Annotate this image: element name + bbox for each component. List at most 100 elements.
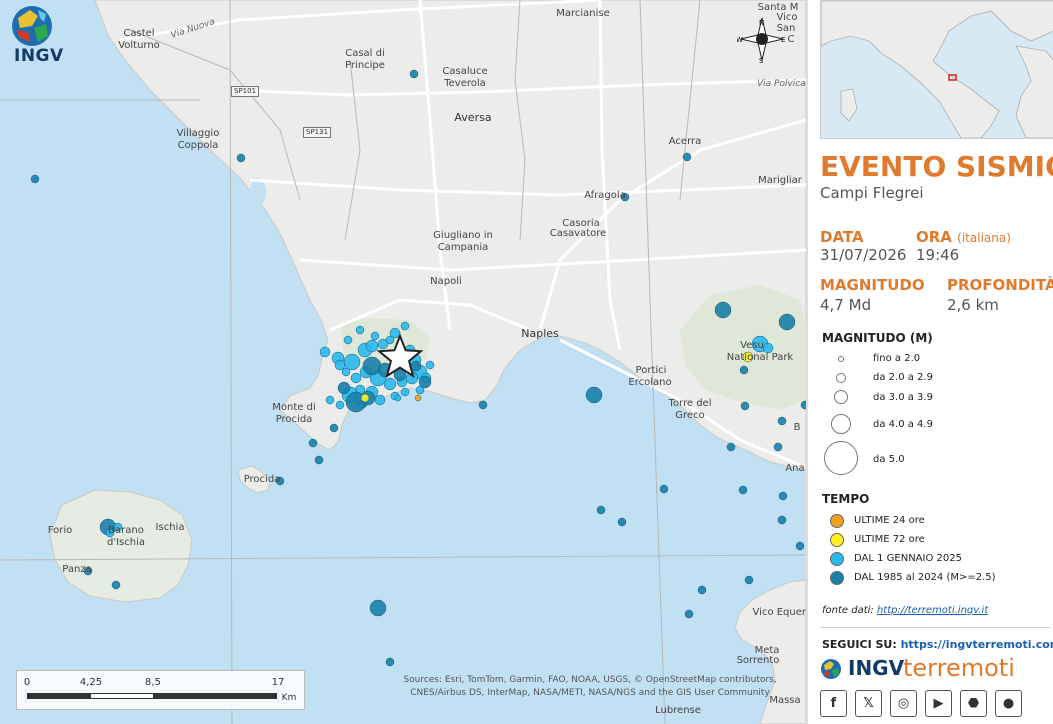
instagram-icon[interactable]: ◎ bbox=[890, 690, 917, 717]
place-label: Villaggio Coppola bbox=[176, 128, 220, 151]
place-label: Napoli bbox=[430, 276, 462, 287]
earthquake-marker[interactable] bbox=[744, 575, 754, 585]
legend-size-2 bbox=[836, 373, 846, 383]
map-attribution: Sources: Esri, TomTom, Garmin, FAO, NOAA… bbox=[403, 675, 777, 698]
map-view[interactable]: Marcianise Santa M Vico San C Castel Volturno C… bbox=[0, 0, 813, 724]
earthquake-marker[interactable] bbox=[773, 442, 783, 452]
earthquake-marker[interactable] bbox=[739, 365, 749, 375]
legend-mag-label: da 5.0 bbox=[873, 454, 905, 465]
place-label: Ana bbox=[785, 463, 805, 474]
earthquake-marker[interactable] bbox=[337, 381, 351, 395]
place-label: B bbox=[793, 422, 801, 433]
earthquake-marker[interactable] bbox=[778, 313, 796, 331]
legend-size-3 bbox=[834, 390, 848, 404]
earthquake-marker[interactable] bbox=[697, 585, 707, 595]
earthquake-marker[interactable] bbox=[355, 325, 365, 335]
earthquake-marker[interactable] bbox=[659, 484, 669, 494]
earthquake-marker[interactable] bbox=[370, 331, 380, 341]
earthquake-marker[interactable] bbox=[325, 395, 335, 405]
android-icon[interactable]: ⬣ bbox=[960, 690, 987, 717]
earthquake-marker[interactable] bbox=[414, 394, 422, 402]
earthquake-marker[interactable] bbox=[409, 69, 419, 79]
place-label: Giugliano in Campania bbox=[433, 230, 493, 253]
youtube-icon[interactable]: ▶ bbox=[925, 690, 952, 717]
earthquake-marker[interactable] bbox=[365, 339, 379, 353]
earthquake-marker[interactable] bbox=[334, 359, 346, 371]
brand-terremoti: terremoti bbox=[903, 654, 1015, 682]
earthquake-marker[interactable] bbox=[714, 301, 732, 319]
earthquake-marker[interactable] bbox=[617, 517, 627, 527]
earthquake-marker[interactable] bbox=[308, 438, 318, 448]
legend-mag-label: da 2.0 a 2.9 bbox=[873, 372, 933, 383]
earthquake-marker[interactable] bbox=[111, 580, 121, 590]
earthquake-marker[interactable] bbox=[777, 416, 787, 426]
time-note: (italiana) bbox=[957, 231, 1011, 245]
time-label-text: ORA bbox=[916, 228, 952, 246]
earthquake-marker[interactable] bbox=[341, 367, 351, 377]
earthquake-marker[interactable] bbox=[684, 609, 694, 619]
earthquake-marker[interactable] bbox=[596, 505, 606, 515]
magnitude-label: MAGNITUDO bbox=[820, 276, 925, 294]
place-label: Acerra bbox=[668, 136, 702, 147]
data-source: fonte dati: http://terremoti.ingv.it bbox=[822, 605, 988, 616]
road-tag-sp101: SP101 bbox=[231, 86, 260, 97]
inset-map bbox=[821, 1, 1053, 138]
earthquake-marker[interactable] bbox=[385, 657, 395, 667]
earthquake-marker[interactable] bbox=[777, 515, 787, 525]
earthquake-marker[interactable] bbox=[236, 153, 246, 163]
place-label: Aversa bbox=[454, 111, 492, 124]
earthquake-marker[interactable] bbox=[30, 174, 40, 184]
earthquake-marker[interactable] bbox=[329, 423, 339, 433]
earthquake-marker[interactable] bbox=[478, 400, 488, 410]
globe-icon bbox=[12, 6, 52, 46]
legend-time-label: ULTIME 72 ore bbox=[854, 534, 925, 545]
earthquake-marker[interactable] bbox=[369, 599, 387, 617]
legend-magnitude-title: MAGNITUDO (M) bbox=[822, 331, 933, 345]
earthquake-marker[interactable] bbox=[335, 400, 345, 410]
road-name: Via Polvica bbox=[757, 79, 806, 89]
earthquake-marker[interactable] bbox=[418, 375, 432, 389]
scale-bar: 0 4,25 8,5 17 Km bbox=[16, 670, 305, 710]
place-label: Forio bbox=[47, 525, 73, 536]
place-label: Casaluce Teverola bbox=[442, 66, 488, 89]
earthquake-marker[interactable] bbox=[726, 442, 736, 452]
legend-time-label: DAL 1985 al 2024 (M>=2.5) bbox=[854, 572, 996, 583]
place-label: Casal di Principe bbox=[345, 48, 385, 71]
earthquake-marker[interactable] bbox=[343, 353, 361, 371]
compass-e: E bbox=[781, 36, 785, 44]
earthquake-marker[interactable] bbox=[585, 386, 603, 404]
earthquake-marker[interactable] bbox=[374, 394, 386, 406]
earthquake-marker[interactable] bbox=[319, 346, 331, 358]
magnitude-value: 4,7 Md bbox=[820, 296, 872, 314]
legend-mag-label: fino a 2.0 bbox=[873, 353, 921, 364]
earthquake-marker[interactable] bbox=[400, 321, 410, 331]
facebook-icon[interactable]: f bbox=[820, 690, 847, 717]
scale-label: 4,25 bbox=[79, 677, 103, 688]
follow-us: SEGUICI SU: https://ingvterremoti.com bbox=[822, 638, 1053, 651]
earthquake-marker[interactable] bbox=[343, 335, 353, 345]
earthquake-marker[interactable] bbox=[410, 360, 422, 372]
place-label: National Park bbox=[726, 352, 794, 363]
legend-time-swatch bbox=[830, 533, 844, 547]
depth-value: 2,6 km bbox=[947, 296, 999, 314]
earthquake-marker[interactable] bbox=[425, 360, 435, 370]
earthquake-marker[interactable] bbox=[778, 491, 788, 501]
x-icon[interactable]: 𝕏 bbox=[855, 690, 882, 717]
earthquake-marker[interactable] bbox=[740, 401, 750, 411]
earthquake-marker[interactable] bbox=[400, 387, 410, 397]
earthquake-marker[interactable] bbox=[389, 327, 401, 339]
earthquake-marker[interactable] bbox=[738, 485, 748, 495]
legend-time-swatch bbox=[830, 514, 844, 528]
apple-icon[interactable]: ● bbox=[995, 690, 1022, 717]
follow-link[interactable]: https://ingvterremoti.com bbox=[901, 638, 1053, 651]
earthquake-marker[interactable] bbox=[360, 393, 370, 403]
legend-time-swatch bbox=[830, 571, 844, 585]
earthquake-marker[interactable] bbox=[394, 394, 402, 402]
earthquake-marker[interactable] bbox=[682, 152, 692, 162]
earthquake-marker[interactable] bbox=[350, 372, 362, 384]
legend-time-label: DAL 1 GENNAIO 2025 bbox=[854, 553, 962, 564]
source-link[interactable]: http://terremoti.ingv.it bbox=[877, 605, 988, 616]
legend-time-swatch bbox=[830, 552, 844, 566]
earthquake-marker[interactable] bbox=[795, 541, 805, 551]
earthquake-marker[interactable] bbox=[314, 455, 324, 465]
